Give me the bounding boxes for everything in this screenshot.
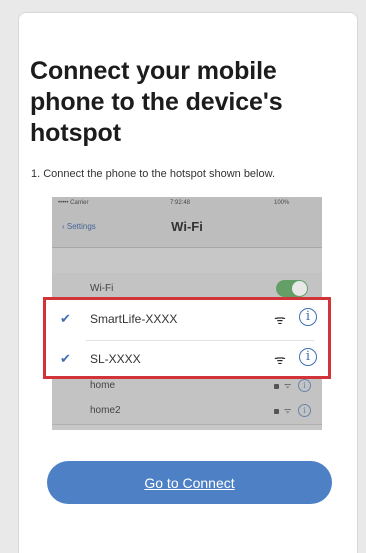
highlighted-networks-box: ✔ SmartLife-XXXX ᯤ i ✔ SL-XXXX ᯤ i: [43, 297, 331, 379]
lock-icon: [274, 384, 279, 389]
phone-network-name: home2: [90, 405, 121, 416]
phone-network-row: home2 ᯤ i: [52, 398, 322, 425]
page-title: Connect your mobile phone to the device'…: [30, 57, 283, 147]
phone-status-bar: ••••• Carrier 7:92:48 100%: [52, 197, 322, 211]
network-row-sl[interactable]: ✔ SL-XXXX ᯤ i: [46, 340, 328, 378]
phone-wifi-label: Wi-Fi: [90, 283, 114, 294]
wifi-icon: ᯤ: [274, 312, 286, 327]
phone-wifi-toggle: [276, 280, 308, 297]
info-icon[interactable]: i: [299, 348, 317, 366]
phone-nav-title: Wi-Fi: [171, 219, 203, 234]
status-time: 7:92:48: [170, 200, 191, 206]
network-name: SL-XXXX: [90, 352, 141, 366]
info-icon: i: [298, 379, 311, 392]
lock-icon: [274, 409, 279, 414]
status-carrier: ••••• Carrier: [58, 200, 89, 206]
wifi-icon: ᯤ: [274, 352, 286, 367]
network-row-smartlife[interactable]: ✔ SmartLife-XXXX ᯤ i: [46, 300, 328, 341]
instruction-text: 1. Connect the phone to the hotspot show…: [31, 168, 276, 180]
go-to-connect-button[interactable]: Go to Connect: [47, 461, 332, 504]
info-icon: i: [298, 404, 311, 417]
info-icon[interactable]: i: [299, 308, 317, 326]
wifi-icon: ᯤ: [284, 406, 292, 415]
checkmark-icon: ✔: [60, 311, 71, 326]
phone-network-name: home: [90, 380, 116, 391]
network-name: SmartLife-XXXX: [90, 312, 178, 326]
checkmark-icon: ✔: [60, 351, 71, 366]
phone-nav-bar: ‹ Settings Wi-Fi: [52, 211, 322, 248]
status-battery: 100%: [274, 200, 290, 206]
wifi-icon: ᯤ: [284, 381, 292, 390]
